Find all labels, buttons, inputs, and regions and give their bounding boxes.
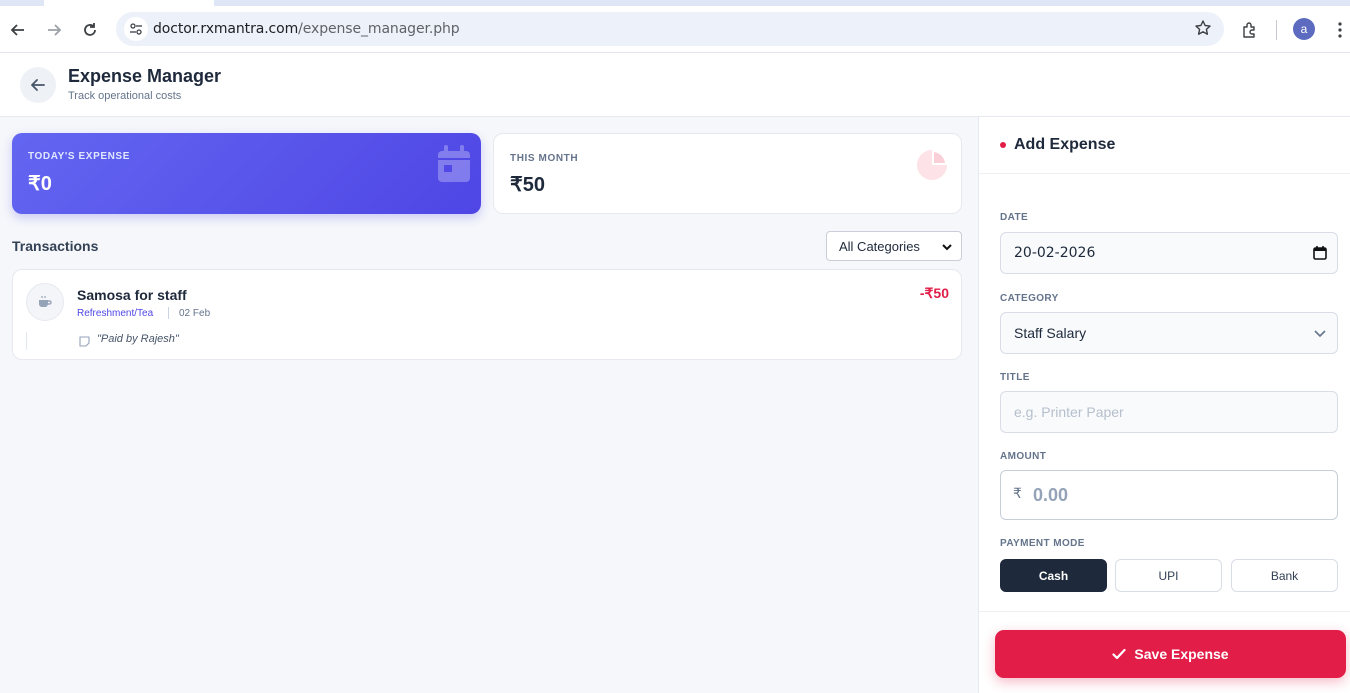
today-expense-value: ₹0 xyxy=(28,173,52,195)
this-month-label: THIS MONTH xyxy=(510,153,579,164)
transaction-date: 02 Feb xyxy=(179,308,211,319)
profile-avatar[interactable]: a xyxy=(1293,18,1315,40)
category-select[interactable]: Staff Salary xyxy=(1000,312,1338,354)
check-icon xyxy=(1112,648,1127,660)
address-bar[interactable]: doctor.rxmantra.com/expense_manager.php xyxy=(116,12,1224,46)
title-input[interactable]: e.g. Printer Paper xyxy=(1000,391,1338,433)
transaction-amount: -₹50 xyxy=(919,285,949,301)
reload-icon[interactable] xyxy=(78,18,102,42)
calendar-picker-icon[interactable] xyxy=(1313,246,1327,264)
category-label: CATEGORY xyxy=(1000,293,1059,304)
this-month-card: THIS MONTH ₹50 xyxy=(493,133,962,214)
note-icon xyxy=(79,334,90,352)
app-header: Expense Manager Track operational costs xyxy=(0,53,1350,117)
back-button[interactable] xyxy=(20,67,56,103)
transaction-category: Refreshment/Tea xyxy=(77,308,154,319)
pie-chart-icon xyxy=(915,148,949,187)
toolbar-divider xyxy=(1276,20,1277,40)
arrow-left-icon xyxy=(31,79,45,91)
status-dot xyxy=(1000,142,1006,148)
this-month-value: ₹50 xyxy=(510,174,545,196)
chevron-down-icon xyxy=(1313,326,1327,343)
back-arrow-icon[interactable] xyxy=(6,18,30,42)
save-expense-button[interactable]: Save Expense xyxy=(995,630,1346,678)
add-expense-panel: Add Expense DATE 20-02-2026 CATEGORY Sta… xyxy=(978,117,1350,693)
title-placeholder: e.g. Printer Paper xyxy=(1014,404,1124,420)
calendar-icon xyxy=(437,145,471,188)
bookmark-star-icon[interactable] xyxy=(1194,19,1212,42)
extensions-puzzle-icon[interactable] xyxy=(1238,18,1262,42)
url-path: /expense_manager.php xyxy=(298,21,460,37)
category-filter-value: All Categories xyxy=(839,238,920,254)
page-title: Expense Manager xyxy=(68,66,222,86)
url-domain: doctor.rxmantra.com xyxy=(153,21,299,37)
timeline-line xyxy=(26,332,27,350)
panel-header: Add Expense xyxy=(979,117,1350,174)
amount-input[interactable]: ₹ 0.00 xyxy=(1000,470,1338,520)
currency-symbol: ₹ xyxy=(1013,485,1022,501)
today-expense-label: TODAY'S EXPENSE xyxy=(28,151,130,162)
amount-label: AMOUNT xyxy=(1000,451,1047,462)
transactions-heading: Transactions xyxy=(12,238,99,254)
date-label: DATE xyxy=(1000,212,1029,223)
amount-placeholder: 0.00 xyxy=(1033,485,1069,505)
save-expense-label: Save Expense xyxy=(1134,646,1229,662)
coffee-cup-icon xyxy=(26,283,64,321)
today-expense-card: TODAY'S EXPENSE ₹0 xyxy=(12,133,481,214)
url-text: doctor.rxmantra.com/expense_manager.php xyxy=(153,21,460,37)
transaction-title: Samosa for staff xyxy=(77,287,187,303)
transaction-note: "Paid by Rajesh" xyxy=(97,333,179,345)
chevron-down-icon xyxy=(941,241,953,256)
browser-menu-icon[interactable] xyxy=(1328,18,1350,42)
payment-mode-cash-button[interactable]: Cash xyxy=(1000,559,1107,592)
category-filter-select[interactable]: All Categories xyxy=(826,231,962,261)
date-value: 20-02-2026 xyxy=(1014,245,1096,261)
page-subtitle: Track operational costs xyxy=(68,90,182,102)
payment-mode-upi-button[interactable]: UPI xyxy=(1115,559,1222,592)
payment-mode-bank-button[interactable]: Bank xyxy=(1231,559,1338,592)
panel-title: Add Expense xyxy=(1014,136,1116,153)
transaction-row[interactable]: Samosa for staff Refreshment/Tea 02 Feb … xyxy=(12,269,962,360)
title-label: TITLE xyxy=(1000,372,1030,383)
browser-toolbar: doctor.rxmantra.com/expense_manager.php … xyxy=(0,6,1350,53)
forward-arrow-icon[interactable] xyxy=(42,18,66,42)
date-input[interactable]: 20-02-2026 xyxy=(1000,232,1338,274)
meta-separator xyxy=(168,307,169,319)
payment-mode-label: PAYMENT MODE xyxy=(1000,538,1085,549)
site-settings-icon[interactable] xyxy=(124,17,148,41)
category-value: Staff Salary xyxy=(1014,325,1087,341)
